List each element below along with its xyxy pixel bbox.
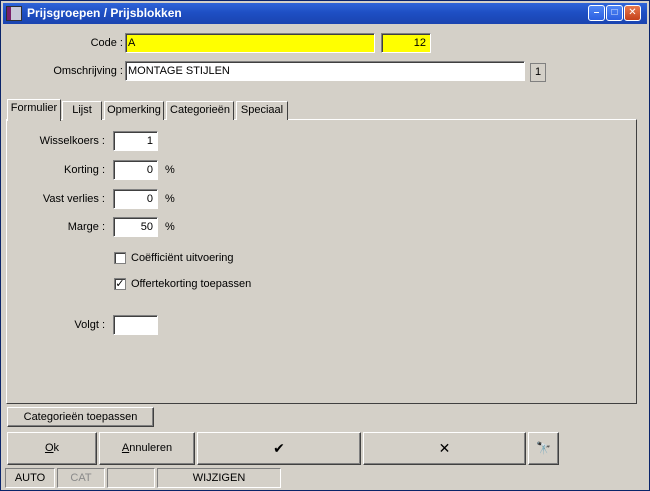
vast-verlies-label: Vast verlies : [42, 193, 105, 205]
status-mode: AUTO [5, 468, 55, 488]
korting-unit: % [165, 164, 175, 176]
offertekorting-label: Offertekorting toepassen [131, 278, 252, 290]
vast-verlies-unit: % [165, 193, 175, 205]
maximize-icon: □ [611, 7, 618, 18]
coefficient-label: Coëfficiënt uitvoering [131, 252, 234, 264]
coefficient-checkbox[interactable] [114, 252, 126, 264]
maximize-button[interactable]: □ [606, 5, 623, 21]
window-title: Prijsgroepen / Prijsblokken [27, 6, 182, 20]
x-icon: ✕ [438, 440, 451, 456]
description-count-badge: 1 [530, 63, 546, 82]
status-cat: CAT [57, 468, 105, 488]
marge-label: Marge : [67, 221, 105, 233]
search-button[interactable]: 🔭 [528, 432, 559, 465]
tab-lijst[interactable]: Lijst [62, 101, 102, 120]
description-label: Omschrijving : [53, 65, 123, 77]
checkmark-icon: ✔ [273, 440, 285, 456]
delete-button[interactable]: ✕ [363, 432, 526, 465]
main-window: Prijsgroepen / Prijsblokken – □ ✕ Code :… [0, 0, 650, 491]
volgt-label: Volgt : [74, 319, 105, 331]
status-action: WIJZIGEN [157, 468, 281, 488]
status-empty [107, 468, 155, 488]
check-icon: ✓ [115, 278, 125, 290]
ok-button[interactable]: Ok [7, 432, 97, 465]
offertekorting-checkbox[interactable]: ✓ [114, 278, 126, 290]
tab-speciaal[interactable]: Speciaal [236, 101, 288, 120]
close-button[interactable]: ✕ [624, 5, 641, 21]
marge-input[interactable]: 50 [113, 217, 158, 237]
tab-opmerking[interactable]: Opmerking [104, 101, 164, 120]
tab-categorieen[interactable]: Categorieën [166, 101, 234, 120]
app-icon [6, 6, 22, 21]
description-input[interactable]: MONTAGE STIJLEN [125, 61, 525, 81]
cancel-label: Annuleren [121, 442, 173, 454]
code-number-input[interactable]: 12 [381, 33, 431, 53]
status-bar: AUTO CAT WIJZIGEN [5, 468, 645, 488]
marge-unit: % [165, 221, 175, 233]
minimize-icon: – [593, 7, 600, 18]
ok-label: Ok [44, 442, 60, 454]
apply-categories-button[interactable]: Categorieën toepassen [7, 407, 154, 427]
wisselkoers-input[interactable]: 1 [113, 131, 158, 151]
close-icon: ✕ [628, 7, 637, 18]
wisselkoers-label: Wisselkoers : [39, 135, 105, 147]
vast-verlies-input[interactable]: 0 [113, 189, 158, 209]
volgt-input[interactable] [113, 315, 158, 335]
tab-panel-formulier [6, 119, 637, 404]
minimize-button[interactable]: – [588, 5, 605, 21]
korting-label: Korting : [64, 164, 105, 176]
korting-input[interactable]: 0 [113, 160, 158, 180]
code-label: Code : [90, 37, 123, 49]
code-input[interactable]: A [125, 33, 375, 53]
title-bar[interactable]: Prijsgroepen / Prijsblokken – □ ✕ [3, 3, 647, 24]
apply-categories-label: Categorieën toepassen [23, 411, 138, 423]
tab-formulier[interactable]: Formulier [7, 99, 61, 121]
confirm-button[interactable]: ✔ [197, 432, 361, 465]
cancel-button[interactable]: Annuleren [99, 432, 195, 465]
binoculars-icon: 🔭 [536, 441, 551, 455]
